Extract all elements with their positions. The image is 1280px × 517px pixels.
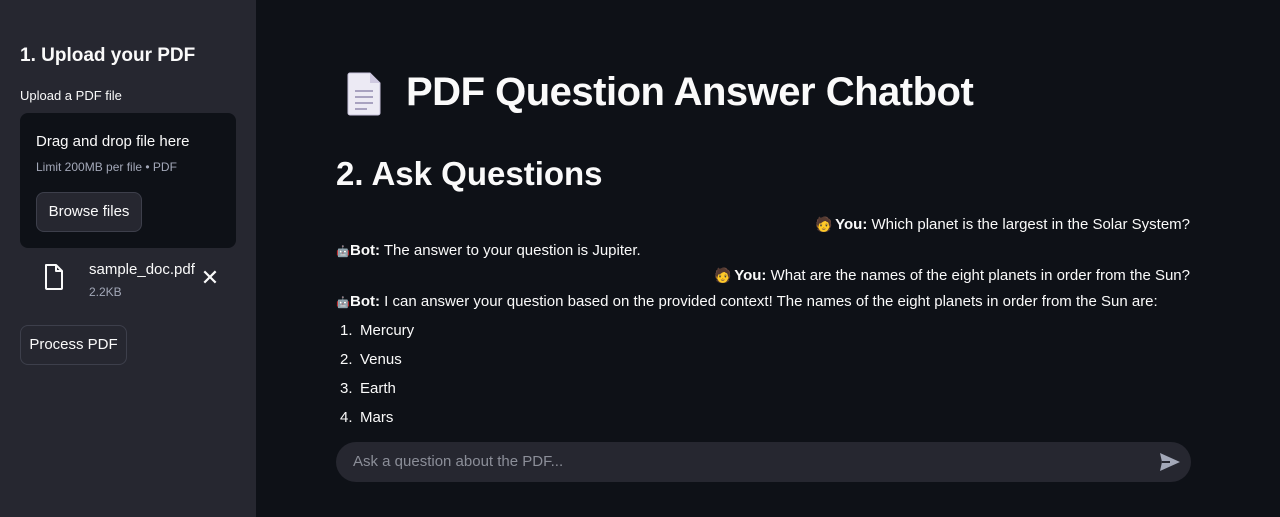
message-text: Which planet is the largest in the Solar… [867,216,1191,233]
message-speaker: Bot: [350,242,380,259]
file-dropzone[interactable]: Drag and drop file here Limit 200MB per … [20,113,236,248]
browse-files-button[interactable]: Browse files [36,192,142,232]
bot-avatar-icon: 🤖 [336,246,350,258]
message-speaker: Bot: [350,293,380,310]
file-name: sample_doc.pdf [89,261,195,278]
upload-label: Upload a PDF file [20,88,122,103]
send-icon[interactable] [1159,452,1181,472]
list-item: 2. Venus [340,351,402,368]
chat-message-user: 🧑 You: Which planet is the largest in the… [815,216,1190,233]
dropzone-title: Drag and drop file here [36,133,190,150]
chat-input-placeholder: Ask a question about the PDF... [353,453,564,470]
list-item: 1. Mercury [340,322,415,339]
list-item: 3. Earth [340,380,396,397]
list-item: 4. Mars [340,409,394,426]
dropzone-limit: Limit 200MB per file • PDF [36,160,177,174]
message-text: What are the names of the eight planets … [766,267,1190,284]
message-text: The answer to your question is Jupiter. [380,242,641,259]
process-pdf-button[interactable]: Process PDF [20,325,127,365]
user-avatar-icon: 🧑 [815,216,833,232]
uploaded-file: sample_doc.pdf 2.2KB ✕ [20,258,236,304]
bot-avatar-icon: 🤖 [336,297,350,309]
section-title: 2. Ask Questions [336,155,603,192]
user-avatar-icon: 🧑 [714,267,732,283]
file-size: 2.2KB [89,285,122,299]
chat-message-bot: 🤖Bot: I can answer your question based o… [336,293,1158,310]
chat-message-user: 🧑 You: What are the names of the eight pl… [714,267,1190,284]
message-text: I can answer your question based on the … [380,293,1158,310]
close-icon[interactable]: ✕ [200,267,220,289]
main-content: PDF Question Answer Chatbot 2. Ask Quest… [256,0,1280,517]
file-icon [44,264,64,290]
message-speaker: You: [734,267,767,284]
message-speaker: You: [835,216,868,233]
sidebar-title: 1. Upload your PDF [20,45,196,66]
page-facing-up-icon [347,72,381,116]
page-title: PDF Question Answer Chatbot [406,70,974,114]
chat-message-bot: 🤖Bot: The answer to your question is Jup… [336,242,641,259]
sidebar: 1. Upload your PDF Upload a PDF file Dra… [0,0,256,517]
chat-input[interactable]: Ask a question about the PDF... [336,442,1191,482]
